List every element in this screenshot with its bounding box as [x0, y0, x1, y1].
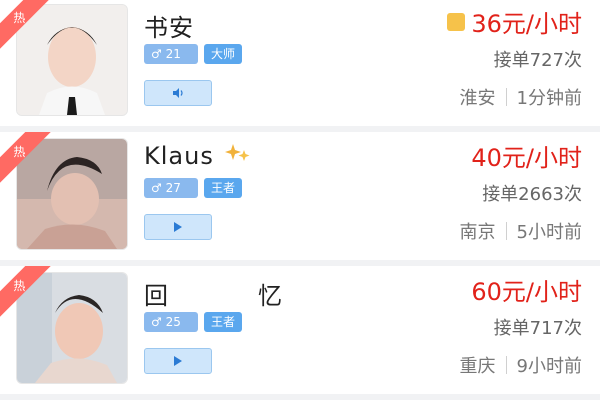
last-active-time: 9小时前 — [516, 356, 582, 377]
badges: ♂ 25 王者 — [144, 312, 243, 332]
price-text: 60元/小时 — [471, 278, 582, 306]
hot-ribbon: 热 — [0, 0, 58, 56]
vip-sparkle-icon — [224, 142, 252, 172]
companion-name-text: Klaus — [144, 142, 214, 170]
last-active-time: 1分钟前 — [516, 88, 582, 109]
orders-count: 接单717次 — [493, 318, 582, 339]
divider — [505, 88, 507, 106]
hot-label: 热 — [12, 144, 26, 159]
divider — [505, 356, 507, 374]
divider — [0, 260, 600, 266]
price: 40元/小时 — [471, 138, 582, 173]
hot-label: 热 — [12, 10, 26, 25]
companion-card[interactable]: 热 回忆 ♂ 25 王者 60元/小时 接单717次 重庆 9小时前 — [0, 266, 600, 394]
city: 重庆 — [459, 356, 496, 377]
price-text: 36元/小时 — [471, 10, 582, 38]
companion-name: Klaus — [144, 142, 252, 172]
rank-badge: 王者 — [204, 312, 243, 332]
gender-age-badge: ♂ 25 — [144, 312, 198, 332]
play-icon — [174, 356, 182, 366]
hot-ribbon: 热 — [0, 266, 58, 324]
price-text: 40元/小时 — [471, 144, 582, 172]
gender-age-badge: ♂ 21 — [144, 44, 198, 64]
price: 60元/小时 — [471, 272, 582, 307]
divider — [0, 126, 600, 132]
divider — [0, 394, 600, 400]
city: 南京 — [459, 222, 496, 243]
hot-label: 热 — [12, 278, 26, 293]
city: 淮安 — [459, 88, 496, 109]
volume-icon — [173, 88, 183, 98]
price: 36元/小时 — [447, 4, 582, 39]
companion-list: 热 书安 ♂ 21 大师 36元/小时 接单727次 淮安 1分钟前 热 Kla… — [0, 0, 600, 400]
location-time: 淮安 1分钟前 — [460, 84, 582, 110]
companion-card[interactable]: 热 书安 ♂ 21 大师 36元/小时 接单727次 淮安 1分钟前 — [0, 0, 600, 126]
companion-name: 回忆 — [144, 282, 372, 310]
location-time: 南京 5小时前 — [460, 218, 582, 244]
voice-preview-button[interactable] — [144, 80, 212, 106]
orders-count: 接单2663次 — [482, 184, 582, 205]
rank-badge: 王者 — [204, 178, 243, 198]
companion-card[interactable]: 热 Klaus ♂ 27 王者 40元/小时 接单2663次 南京 5小时前 — [0, 132, 600, 260]
badges: ♂ 21 大师 — [144, 44, 243, 64]
play-preview-button[interactable] — [144, 214, 212, 240]
gender-age-badge: ♂ 27 — [144, 178, 198, 198]
hot-ribbon: 热 — [0, 132, 58, 190]
last-active-time: 5小时前 — [516, 222, 582, 243]
badges: ♂ 27 王者 — [144, 178, 243, 198]
rank-badge: 大师 — [204, 44, 243, 64]
price-coin-icon — [447, 12, 466, 31]
divider — [505, 222, 507, 240]
play-preview-button[interactable] — [144, 348, 212, 374]
orders-count: 接单727次 — [493, 50, 582, 71]
play-icon — [174, 222, 182, 232]
companion-name: 书安 — [144, 14, 194, 42]
location-time: 重庆 9小时前 — [460, 352, 582, 378]
